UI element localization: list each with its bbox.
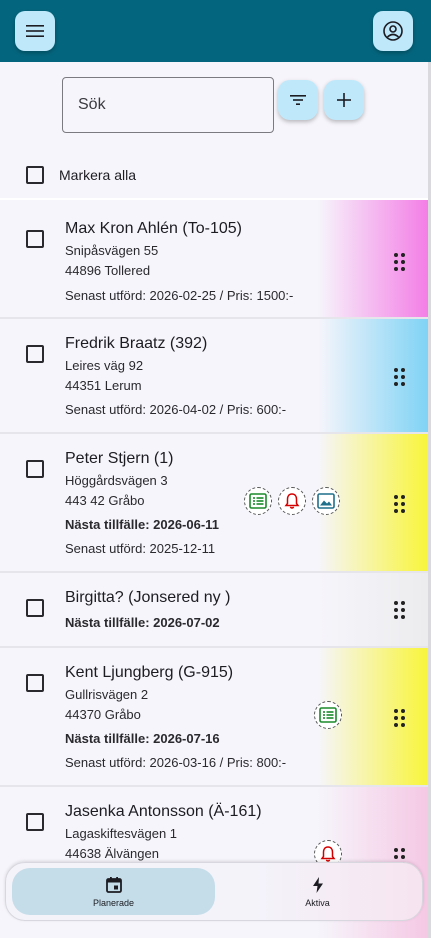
- bottom-navigation: Planerade Aktiva: [5, 862, 423, 921]
- last-done: Senast utförd: 2026-04-02 / Pris: 600:-: [65, 402, 287, 417]
- account-button[interactable]: [373, 11, 413, 51]
- customer-name: Peter Stjern (1): [65, 450, 174, 467]
- customer-city: 44896 Tollered: [65, 263, 151, 278]
- search-toolbar: [0, 62, 428, 152]
- image-badge[interactable]: [312, 487, 340, 515]
- app-bar: [0, 0, 431, 62]
- image-icon: [317, 493, 335, 509]
- drag-handle-icon[interactable]: [394, 253, 406, 271]
- customer-street: Gullrisvägen 2: [65, 687, 149, 702]
- drag-handle-icon[interactable]: [394, 709, 406, 727]
- customer-street: Höggårdsvägen 3: [65, 473, 168, 488]
- add-button[interactable]: [324, 80, 364, 120]
- plus-icon: [337, 93, 351, 107]
- customer-street: Leires väg 92: [65, 358, 144, 373]
- customer-name: Max Kron Ahlén (To-105): [65, 220, 242, 237]
- next-occasion: Nästa tillfälle: 2026-06-11: [65, 517, 219, 532]
- drag-handle-icon[interactable]: [394, 495, 406, 513]
- card-checkbox[interactable]: [26, 599, 44, 617]
- customer-card[interactable]: Kent Ljungberg (G-915) Gullrisvägen 2 44…: [0, 648, 428, 785]
- select-all-row: Markera alla: [0, 152, 428, 198]
- customer-city: 443 42 Gråbo: [65, 493, 145, 508]
- account-circle-icon: [383, 21, 403, 41]
- customer-card[interactable]: Peter Stjern (1) Höggårdsvägen 3 443 42 …: [0, 434, 428, 571]
- hamburger-icon: [26, 25, 44, 37]
- notes-badge[interactable]: [244, 487, 272, 515]
- card-checkbox[interactable]: [26, 230, 44, 248]
- select-all-label: Markera alla: [59, 167, 137, 183]
- customer-city: 44351 Lerum: [65, 378, 142, 393]
- nav-label: Aktiva: [305, 898, 330, 908]
- card-accent: [318, 200, 428, 317]
- customer-name: Birgitta? (Jonsered ny ): [65, 589, 231, 606]
- next-occasion: Nästa tillfälle: 2026-07-16: [65, 731, 220, 746]
- customer-card[interactable]: Max Kron Ahlén (To-105) Snipåsvägen 55 4…: [0, 200, 428, 317]
- next-occasion: Nästa tillfälle: 2026-07-02: [65, 615, 220, 630]
- reminder-badge[interactable]: [278, 487, 306, 515]
- card-checkbox[interactable]: [26, 813, 44, 831]
- last-done: Senast utförd: 2026-02-25 / Pris: 1500:-: [65, 288, 294, 303]
- customer-street: Lagaskiftesvägen 1: [65, 826, 178, 841]
- nav-label: Planerade: [92, 898, 135, 908]
- bell-icon: [284, 493, 300, 509]
- customer-city: 44370 Gråbo: [65, 707, 141, 722]
- nav-tab-aktiva[interactable]: Aktiva: [216, 868, 419, 915]
- customer-name: Jasenka Antonsson (Ä-161): [65, 803, 262, 820]
- customer-city: 44638 Älvängen: [65, 846, 159, 861]
- customer-card[interactable]: Fredrik Braatz (392) Leires väg 92 44351…: [0, 319, 428, 432]
- last-done: Senast utförd: 2025-12-11: [65, 541, 216, 556]
- last-done: Senast utförd: 2026-03-16 / Pris: 800:-: [65, 755, 287, 770]
- customer-name: Fredrik Braatz (392): [65, 335, 208, 352]
- nav-tab-planerade[interactable]: Planerade: [12, 868, 215, 915]
- card-checkbox[interactable]: [26, 460, 44, 478]
- card-accent: [318, 319, 428, 432]
- drag-handle-icon[interactable]: [394, 368, 406, 386]
- search-input[interactable]: [63, 78, 273, 132]
- customer-street: Snipåsvägen 55: [65, 243, 159, 258]
- list-icon: [249, 493, 267, 509]
- customer-name: Kent Ljungberg (G-915): [65, 664, 234, 681]
- list-icon: [319, 707, 337, 723]
- search-field[interactable]: [62, 77, 274, 133]
- card-accent: [318, 573, 428, 646]
- notes-badge[interactable]: [314, 701, 342, 729]
- filter-button[interactable]: [278, 80, 318, 120]
- calendar-icon: [105, 877, 122, 893]
- bell-icon: [320, 846, 336, 862]
- menu-button[interactable]: [15, 11, 55, 51]
- lightning-icon: [312, 877, 323, 893]
- drag-handle-icon[interactable]: [394, 601, 406, 619]
- card-checkbox[interactable]: [26, 345, 44, 363]
- card-checkbox[interactable]: [26, 674, 44, 692]
- customer-card[interactable]: Birgitta? (Jonsered ny ) Nästa tillfälle…: [0, 573, 428, 646]
- filter-icon: [290, 95, 306, 105]
- select-all-checkbox[interactable]: [26, 166, 44, 184]
